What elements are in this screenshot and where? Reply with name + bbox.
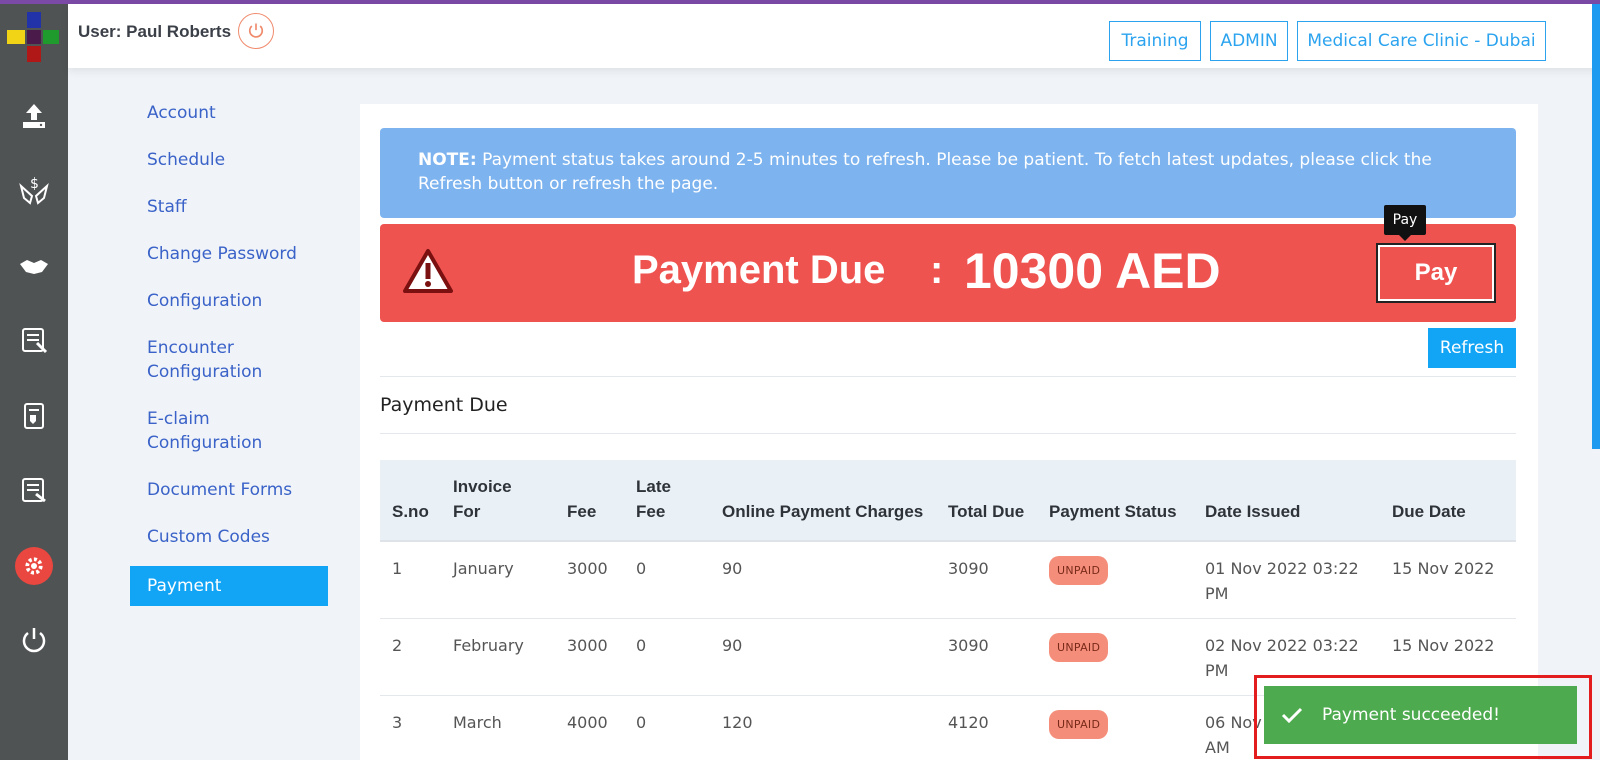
training-button[interactable]: Training xyxy=(1109,21,1201,61)
nav-item-document-forms[interactable]: Document Forms xyxy=(130,472,328,508)
column-header[interactable]: Due Date xyxy=(1380,460,1516,542)
certificate-icon[interactable] xyxy=(0,318,68,362)
nav-item-custom-codes[interactable]: Custom Codes xyxy=(130,519,328,555)
pay-button[interactable]: Pay xyxy=(1376,243,1496,303)
cell-date-issued: 01 Nov 2022 03:22 PM xyxy=(1193,541,1380,619)
column-header[interactable]: Payment Status xyxy=(1037,460,1193,542)
column-header[interactable]: S.no xyxy=(380,460,441,542)
settings-gear-icon[interactable] xyxy=(0,544,68,588)
success-toast[interactable]: Payment succeeded! xyxy=(1264,686,1577,744)
column-header[interactable]: Total Due xyxy=(936,460,1037,542)
power-icon[interactable] xyxy=(0,618,68,662)
cell-online-charges: 90 xyxy=(710,541,936,619)
cell-sno: 3 xyxy=(380,695,441,760)
power-icon xyxy=(248,23,264,38)
cell-invoice-for: March xyxy=(441,695,555,760)
nav-item-configuration[interactable]: Configuration xyxy=(130,283,328,319)
cell-status: UNPAID xyxy=(1037,618,1193,696)
document-shield-icon[interactable] xyxy=(0,394,68,438)
cell-invoice-for: February xyxy=(441,618,555,696)
nav-item-schedule[interactable]: Schedule xyxy=(130,142,328,178)
refresh-button[interactable]: Refresh xyxy=(1428,328,1516,368)
table-row: 1 January 3000 0 90 3090 UNPAID 01 Nov 2… xyxy=(380,541,1516,619)
status-badge: UNPAID xyxy=(1049,556,1109,585)
cell-online-charges: 90 xyxy=(710,618,936,696)
nav-item-encounter-configuration[interactable]: Encounter Configuration xyxy=(130,330,280,390)
note-banner: NOTE: Payment status takes around 2-5 mi… xyxy=(380,128,1516,218)
header-bar: User: Paul Roberts Training ADMIN Medica… xyxy=(68,4,1600,68)
cell-status: UNPAID xyxy=(1037,695,1193,760)
cell-sno: 2 xyxy=(380,618,441,696)
pay-tooltip: Pay xyxy=(1384,205,1426,241)
cell-late-fee: 0 xyxy=(624,695,710,760)
cell-fee: 4000 xyxy=(555,695,624,760)
clinic-button[interactable]: Medical Care Clinic - Dubai xyxy=(1297,21,1546,61)
column-header[interactable]: Date Issued xyxy=(1193,460,1380,542)
divider xyxy=(380,376,1516,377)
checkmark-icon xyxy=(1281,707,1303,724)
cell-status: UNPAID xyxy=(1037,541,1193,619)
cell-fee: 3000 xyxy=(555,618,624,696)
note-prefix: NOTE: xyxy=(418,150,477,170)
divider xyxy=(380,433,1516,434)
column-header[interactable]: Late Fee xyxy=(624,460,710,542)
svg-text:$: $ xyxy=(30,176,39,192)
scrollbar[interactable] xyxy=(1592,4,1600,449)
nav-item-account[interactable]: Account xyxy=(130,95,328,131)
nav-item-staff[interactable]: Staff xyxy=(130,189,328,225)
nav-item-eclaim-configuration[interactable]: E-claim Configuration xyxy=(130,401,280,461)
cell-late-fee: 0 xyxy=(624,618,710,696)
icon-rail: $ xyxy=(0,4,68,760)
note-text: Payment status takes around 2-5 minutes … xyxy=(418,150,1432,194)
payment-panel: NOTE: Payment status takes around 2-5 mi… xyxy=(360,104,1538,760)
cell-sno: 1 xyxy=(380,541,441,619)
nav-item-change-password[interactable]: Change Password xyxy=(130,236,328,272)
cell-total-due: 3090 xyxy=(936,541,1037,619)
cell-online-charges: 120 xyxy=(710,695,936,760)
user-label: User: Paul Roberts xyxy=(78,22,232,41)
payment-due-banner: Payment Due : 10300 AED Pay xyxy=(380,224,1516,322)
warning-triangle-icon xyxy=(403,249,453,293)
nav-item-payment[interactable]: Payment xyxy=(130,566,328,606)
payment-due-separator: : xyxy=(930,248,944,292)
upload-icon[interactable] xyxy=(0,94,68,138)
column-header[interactable]: Fee xyxy=(555,460,624,542)
toast-message: Payment succeeded! xyxy=(1322,705,1500,725)
cell-total-due: 3090 xyxy=(936,618,1037,696)
claims-icon[interactable] xyxy=(0,468,68,512)
section-title: Payment Due xyxy=(380,394,508,416)
status-badge: UNPAID xyxy=(1049,710,1109,739)
cell-late-fee: 0 xyxy=(624,541,710,619)
cell-invoice-for: January xyxy=(441,541,555,619)
payment-due-amount: 10300 AED xyxy=(964,243,1221,299)
column-header[interactable]: Online Payment Charges xyxy=(710,460,936,542)
payment-due-label: Payment Due xyxy=(632,248,886,292)
admin-button[interactable]: ADMIN xyxy=(1210,21,1288,61)
cell-fee: 3000 xyxy=(555,541,624,619)
status-badge: UNPAID xyxy=(1049,633,1109,662)
logout-button[interactable] xyxy=(238,13,274,49)
handshake-icon[interactable] xyxy=(0,244,68,288)
cell-total-due: 4120 xyxy=(936,695,1037,760)
cross-logo xyxy=(7,12,59,64)
column-header[interactable]: Invoice For xyxy=(441,460,555,542)
billing-hands-icon[interactable]: $ xyxy=(0,168,68,212)
table-header-row: S.no Invoice For Fee Late Fee Online Pay… xyxy=(380,460,1516,542)
settings-nav: Account Schedule Staff Change Password C… xyxy=(130,95,328,617)
cell-due-date: 15 Nov 2022 xyxy=(1380,541,1516,619)
